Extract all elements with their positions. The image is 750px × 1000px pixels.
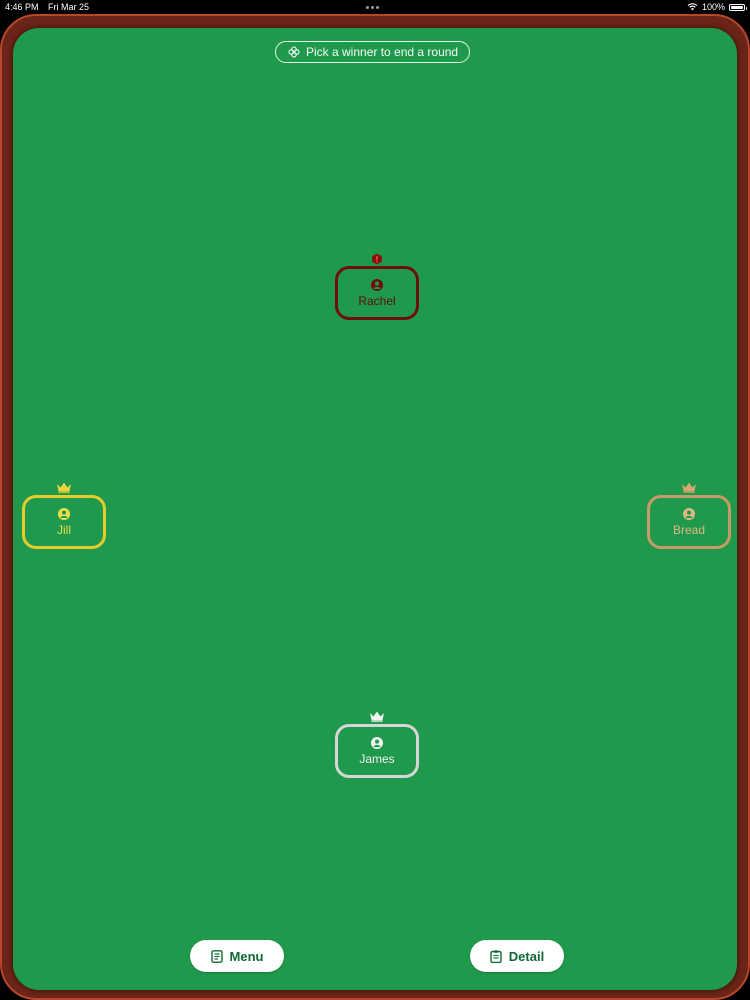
player-seat-rachel[interactable]: Rachel (335, 266, 419, 320)
crown-icon (57, 482, 71, 493)
crown-icon (682, 482, 696, 493)
clover-icon (288, 46, 300, 58)
detail-button-label: Detail (508, 948, 545, 964)
player-name: Jill (57, 522, 71, 537)
table-felt: Pick a winner to end a round Rachel Jill… (13, 28, 737, 990)
menu-button-label: Menu (229, 948, 264, 964)
player-name: Rachel (358, 293, 396, 308)
battery-percent: 100% (701, 2, 725, 12)
alert-icon (372, 253, 382, 265)
hint-text: Pick a winner to end a round (306, 45, 459, 59)
user-avatar-icon (58, 507, 70, 520)
crown-icon (370, 711, 384, 722)
user-avatar-icon (683, 507, 695, 520)
user-avatar-icon (371, 736, 383, 749)
clipboard-icon (490, 949, 502, 963)
player-seat-bread[interactable]: Bread (647, 495, 731, 549)
hint-pill: Pick a winner to end a round (275, 41, 471, 63)
player-seat-jill[interactable]: Jill (22, 495, 106, 549)
table-frame: Pick a winner to end a round Rachel Jill… (0, 14, 750, 1000)
player-name: James (359, 751, 395, 766)
player-seat-james[interactable]: James (335, 724, 419, 778)
status-time: 4:46 PM (5, 2, 39, 12)
wifi-icon (687, 3, 698, 11)
multitasking-dots-icon[interactable] (366, 0, 379, 14)
status-indicators: 100% (687, 0, 747, 14)
menu-button[interactable]: Menu (190, 940, 284, 972)
player-name: Bread (672, 522, 706, 537)
document-icon (210, 949, 223, 963)
status-date: Fri Mar 25 (48, 2, 90, 12)
battery-icon (729, 3, 747, 11)
user-avatar-icon (371, 278, 383, 291)
status-bar: 4:46 PM Fri Mar 25 100% (0, 0, 750, 14)
detail-button[interactable]: Detail (470, 940, 564, 972)
